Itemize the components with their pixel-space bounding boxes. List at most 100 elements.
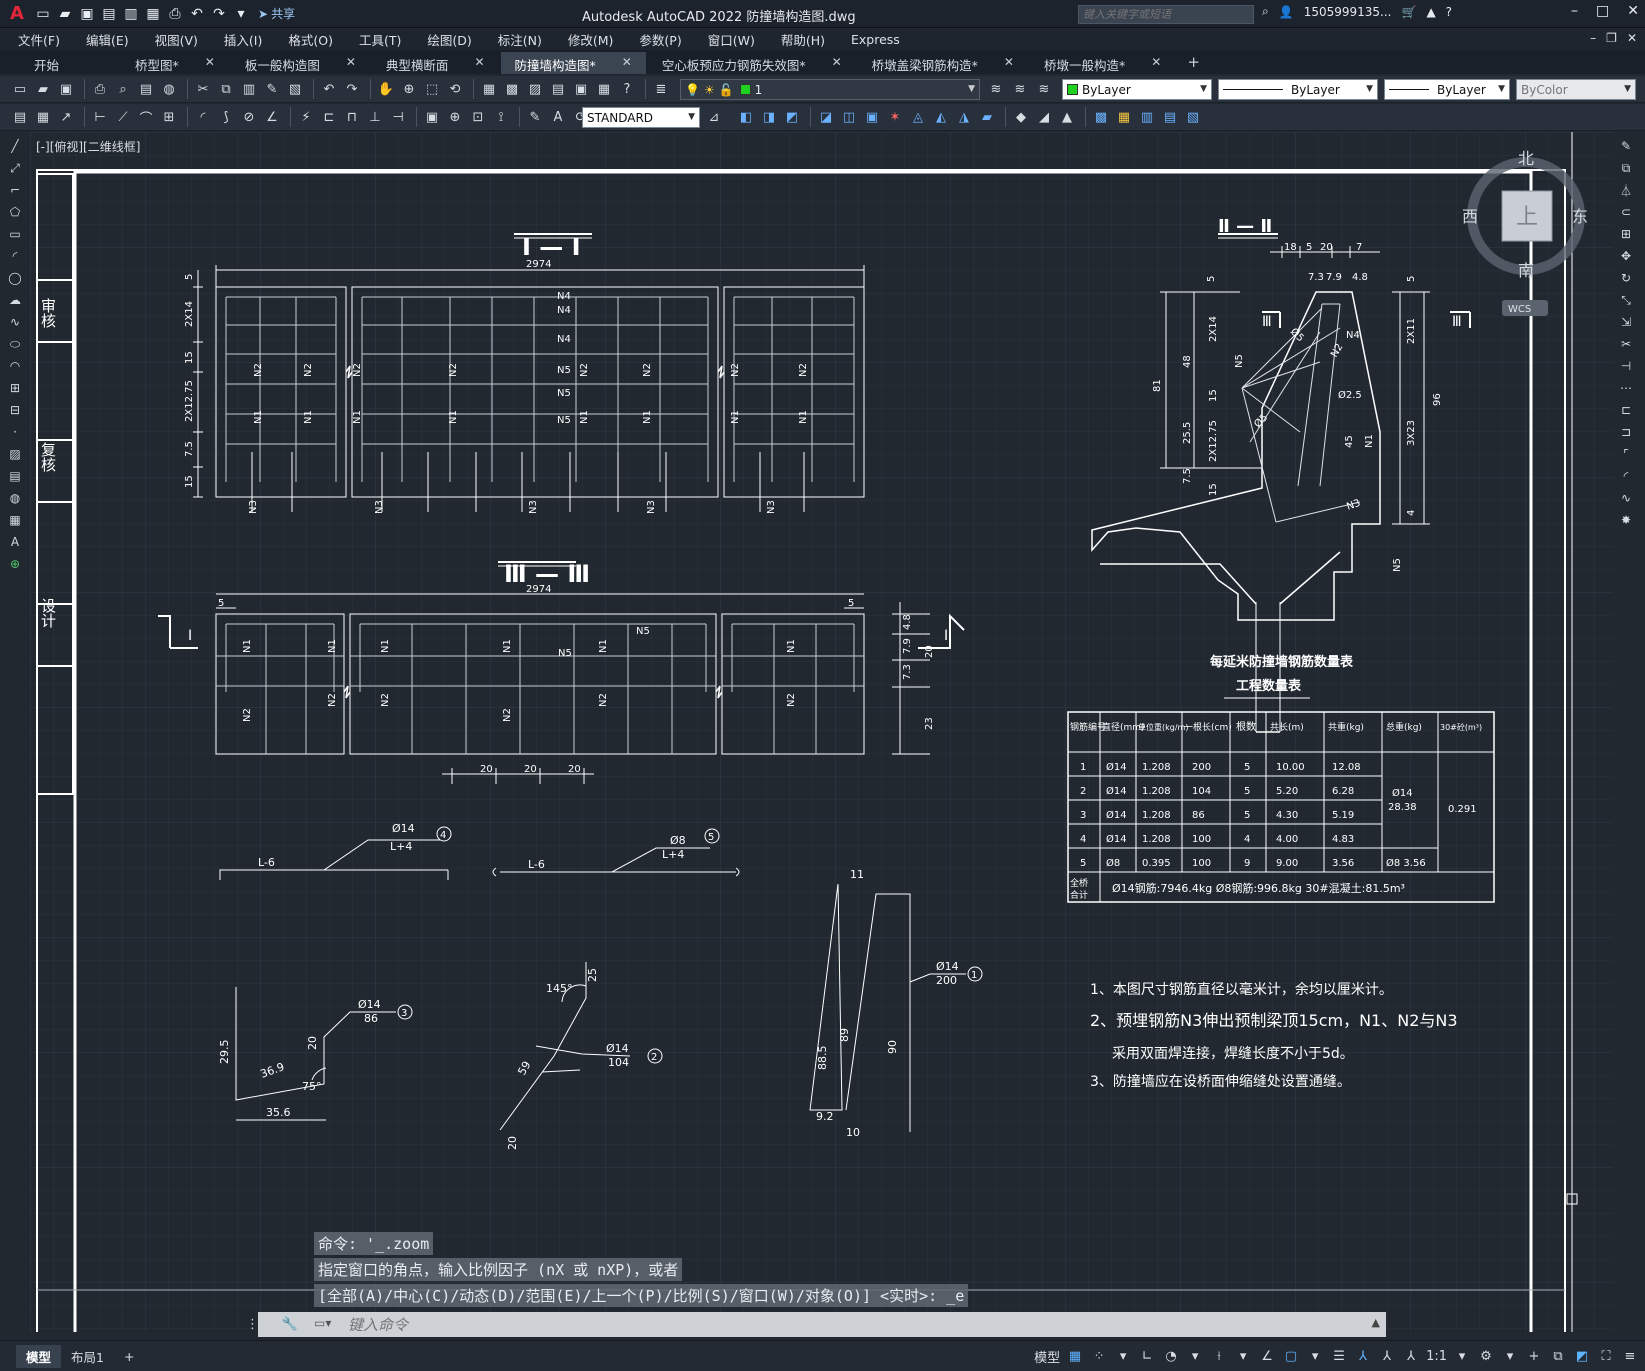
3d-print-icon[interactable]: ◍ [159,79,179,99]
jogged-linear-icon[interactable]: ⟟ [491,107,511,127]
minimize-button[interactable]: – [1571,3,1578,19]
table-icon[interactable]: ▦ [6,510,24,530]
layer-manager-icon[interactable]: ≣ [651,79,671,99]
menu-insert[interactable]: 插入(I) [224,30,262,49]
chevron-down-icon[interactable]: ▾ [1453,1346,1471,1366]
object-snap-icon[interactable]: ▢ [1282,1346,1300,1366]
undo-icon[interactable]: ↶ [186,3,208,25]
tab-barrier-structure[interactable]: 防撞墙构造图* ✕ [500,52,646,74]
command-history-up-icon[interactable]: ▲ [1372,1316,1380,1329]
customize-icon[interactable]: 🔧 [282,1317,298,1332]
zoom-previous-icon[interactable]: ⟲ [445,79,465,99]
gear-icon[interactable]: ⚙ [1477,1346,1495,1366]
menu-view[interactable]: 视图(V) [155,30,198,49]
menu-help[interactable]: 帮助(H) [781,30,825,49]
view-left-icon[interactable]: ▥ [1137,107,1157,127]
multileader-icon[interactable]: ↗ [56,107,76,127]
help-icon[interactable]: ? [1446,5,1452,19]
maximize-button[interactable]: □ [1596,3,1609,19]
doc-minimize-button[interactable]: – [1590,31,1596,45]
save-icon[interactable]: ▣ [76,3,98,25]
view-front-icon[interactable]: ▧ [1183,107,1203,127]
chevron-down-icon[interactable]: ▾ [1501,1346,1519,1366]
angular-dim-icon[interactable]: ∠ [262,107,282,127]
menu-modify[interactable]: 修改(M) [568,30,614,49]
break-icon[interactable]: ⊏ [1617,400,1635,420]
isodraft-icon[interactable]: ⟊ [1210,1346,1228,1366]
close-icon[interactable]: ✕ [205,55,215,74]
svg-text:北[interactable]: 北 [1518,149,1534,168]
tab-slab-general[interactable]: 板一般构造图 ✕ [231,52,370,74]
menu-format[interactable]: 格式(O) [288,30,333,49]
tab-layout1[interactable]: 布局1 [61,1345,114,1368]
share-button[interactable]: ➤ 共享 [258,5,295,22]
layer-previous-icon[interactable]: ≋ [1010,79,1030,99]
make-current-layer-icon[interactable]: ≋ [986,79,1006,99]
explode-icon[interactable]: ✸ [1617,510,1635,530]
publish-icon[interactable]: ▥ [120,3,142,25]
svg-text:西[interactable]: 西 [1462,207,1478,226]
offset-icon[interactable]: ⊂ [1617,202,1635,222]
insert-block-icon[interactable]: ⊞ [6,378,24,398]
snap-icon[interactable]: ⁘ [1090,1346,1108,1366]
quick-access-dropdown-icon[interactable]: ▾ [230,3,252,25]
dim-style-dropdown[interactable]: STANDARD ▼ [582,107,700,128]
menu-tools[interactable]: 工具(T) [359,30,401,49]
markup-icon[interactable]: ▣ [571,79,591,99]
new-file-icon[interactable]: ▭ [32,3,54,25]
stretch-icon[interactable]: ⇲ [1617,312,1635,332]
color-dropdown[interactable]: ByLayer ▼ [1062,79,1212,100]
ucs-y-icon[interactable]: ▰ [977,107,997,127]
menu-window[interactable]: 窗口(W) [708,30,755,49]
baseline-dim-icon[interactable]: ⊏ [319,107,339,127]
search-input[interactable] [1078,5,1254,24]
drag-handle-icon[interactable]: ⋮ [246,1317,259,1332]
view-bottom-icon[interactable]: ▦ [1114,107,1134,127]
hatch-icon[interactable]: ▨ [6,444,24,464]
ucs-3point-icon[interactable]: ◭ [931,107,951,127]
zoom-realtime-icon[interactable]: ⊕ [399,79,419,99]
user-icon[interactable]: 👤 [1279,5,1294,19]
menu-file[interactable]: 文件(F) [18,30,60,49]
save-icon[interactable]: ▣ [56,79,76,99]
fillet-icon[interactable]: ◜ [1617,466,1635,486]
add-selected-icon[interactable]: ⊕ [6,554,24,574]
close-icon[interactable]: ✕ [832,55,842,74]
copy-icon[interactable]: ⧉ [216,79,236,99]
menu-edit[interactable]: 编辑(E) [86,30,129,49]
arc-icon[interactable]: ◜ [6,246,24,266]
break-point-icon[interactable]: ⋯ [1617,378,1635,398]
add-layout-button[interactable]: + [114,1347,144,1366]
point-icon[interactable]: · [6,422,24,442]
dim-space-icon[interactable]: ⊥ [365,107,385,127]
chevron-down-icon[interactable]: ▾ [1114,1346,1132,1366]
chevron-down-icon[interactable]: ▾ [1234,1346,1252,1366]
doc-close-button[interactable]: ✕ [1627,31,1637,45]
plot-icon[interactable]: ⎙ [90,79,110,99]
properties-icon[interactable]: ▦ [479,79,499,99]
design-center-icon[interactable]: ▩ [502,79,522,99]
revcloud-icon[interactable]: ☁ [6,290,24,310]
xline-icon[interactable]: ⤢ [6,158,24,178]
tab-pier-general[interactable]: 桥墩一般构造* ✕ [1030,52,1175,74]
customization-icon[interactable]: ≡ [1621,1346,1639,1366]
spline-icon[interactable]: ∿ [6,312,24,332]
publish-icon[interactable]: ▤ [136,79,156,99]
svg-text:东[interactable]: 东 [1572,207,1588,226]
aligned-dim-icon[interactable]: ⟋ [113,107,133,127]
ucs-view-icon[interactable]: ▣ [862,107,882,127]
paste-icon[interactable]: ▥ [239,79,259,99]
chamfer-icon[interactable]: ⌜ [1617,444,1635,464]
join-icon[interactable]: ⊐ [1617,422,1635,442]
menu-express[interactable]: Express [851,32,900,47]
menu-draw[interactable]: 绘图(D) [427,30,471,49]
redo-icon[interactable]: ↷ [342,79,362,99]
ucs-face-icon[interactable]: ◪ [816,107,836,127]
make-block-icon[interactable]: ⊟ [6,400,24,420]
ellipse-icon[interactable]: ⬭ [6,334,24,354]
hardware-acceleration-icon[interactable]: ⧉ [1549,1346,1567,1366]
view-right-icon[interactable]: ▤ [1160,107,1180,127]
close-icon[interactable]: ✕ [474,55,484,74]
menu-parametric[interactable]: 参数(P) [639,30,681,49]
close-button[interactable]: ✕ [1627,3,1639,19]
